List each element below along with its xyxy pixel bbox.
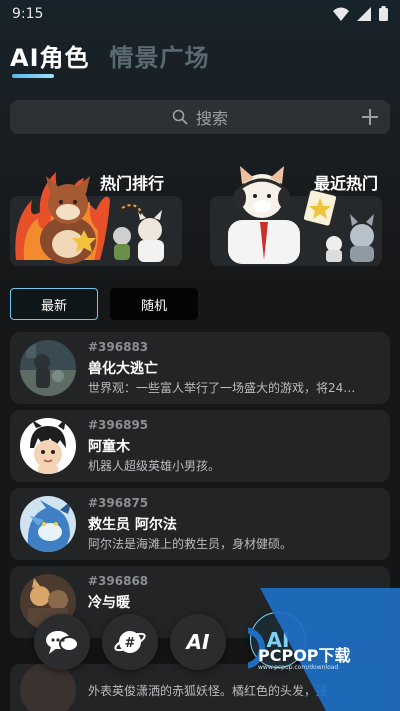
list-item[interactable]: #396883 兽化大逃亡 世界观：一些富人举行了一场盛大的游戏，将24…	[10, 332, 390, 404]
list-item[interactable]: #396875 救生员 阿尔法 阿尔法是海滩上的救生员，身材健硕。	[10, 488, 390, 560]
recent-hot-card[interactable]: 最近热门	[210, 160, 382, 266]
filter-chips: 最新 随机	[10, 288, 198, 320]
list-item[interactable]: #396895 阿童木 机器人超级英雄小男孩。	[10, 410, 390, 482]
hot-ranking-title: 热门排行	[100, 174, 165, 193]
hot-ranking-card[interactable]: 热门排行	[10, 160, 182, 266]
avatar	[20, 418, 76, 474]
ai-outline-icon: AI	[186, 630, 210, 654]
chat-bubbles-icon	[46, 631, 79, 654]
watermark-text: PCPOP下载	[258, 646, 351, 665]
character-name: 阿童木	[88, 439, 130, 455]
watermark-subtext: www.pcpop.com/download	[258, 664, 339, 671]
recent-hot-title: 最近热门	[314, 174, 379, 193]
character-id: #396883	[88, 340, 149, 354]
active-tab-indicator	[12, 74, 54, 78]
character-desc: 世界观：一些富人举行了一场盛大的游戏，将24…	[88, 381, 356, 395]
filter-random[interactable]: 随机	[110, 288, 198, 320]
scene-button[interactable]: #	[102, 614, 158, 670]
ai-button[interactable]: AI	[170, 614, 226, 670]
svg-text:#: #	[125, 636, 136, 651]
battery-icon	[379, 6, 388, 21]
planet-hash-icon: #	[114, 631, 146, 653]
status-icons	[333, 6, 388, 21]
add-icon[interactable]	[360, 107, 380, 127]
status-time: 9:15	[12, 6, 44, 22]
character-id: #396868	[88, 574, 149, 588]
tab-ai-characters[interactable]: AI角色	[10, 38, 90, 73]
filter-latest[interactable]: 最新	[10, 288, 98, 320]
cellular-icon	[357, 6, 371, 21]
status-bar: 9:15	[0, 0, 400, 28]
watermark: PCPOP下载 www.pcpop.com/download	[223, 588, 400, 711]
character-id: #396875	[88, 496, 149, 510]
character-desc: 机器人超级英雄小男孩。	[88, 459, 221, 473]
character-id: #396895	[88, 418, 149, 432]
feature-cards: 热门排行 最近热门	[10, 160, 390, 266]
character-name: 救生员 阿尔法	[88, 517, 177, 533]
search-icon	[172, 109, 188, 125]
search-placeholder: 搜索	[195, 109, 228, 128]
character-name: 兽化大逃亡	[88, 361, 158, 377]
search-bar[interactable]: 搜索	[10, 100, 390, 134]
tab-scene-plaza[interactable]: 情景广场	[110, 38, 210, 73]
avatar	[20, 496, 76, 552]
character-desc: 阿尔法是海滩上的救生员，身材健硕。	[88, 537, 293, 551]
avatar	[20, 340, 76, 396]
top-tabs: AI角色 情景广场	[10, 38, 210, 73]
wifi-icon	[333, 7, 349, 21]
chat-button[interactable]	[34, 614, 90, 670]
